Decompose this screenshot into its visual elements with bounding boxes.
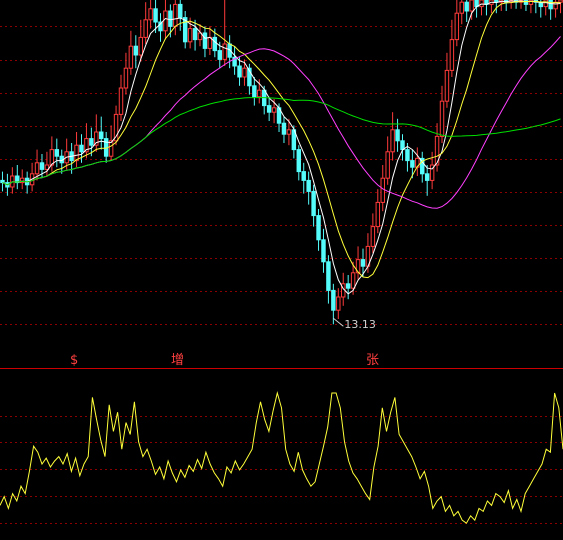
indicator-series	[0, 391, 563, 524]
candle-body	[410, 160, 415, 168]
candle-body	[79, 144, 84, 153]
candle-body	[163, 10, 168, 32]
candle-body	[217, 50, 222, 60]
candle-body	[439, 100, 445, 137]
candle-body	[301, 171, 306, 181]
candle-body	[0, 179, 5, 184]
candle-body	[168, 10, 173, 27]
candle-body	[400, 140, 405, 151]
indicator-line	[0, 391, 563, 524]
candle-body	[271, 107, 277, 113]
candle-body	[212, 36, 218, 52]
candle-body	[192, 28, 198, 41]
candle-body	[444, 69, 450, 102]
candle-body	[128, 45, 134, 69]
candle-body	[34, 162, 40, 175]
candle-body	[370, 226, 376, 247]
candle-body	[202, 32, 208, 49]
candle-body	[89, 138, 94, 146]
candle-body	[395, 129, 400, 142]
candle-body	[311, 190, 316, 217]
candle-body	[390, 129, 395, 153]
candle-body	[350, 272, 356, 289]
candle-body	[99, 131, 104, 140]
candle-body	[321, 239, 326, 263]
grid-lines	[0, 26, 563, 524]
candle-body	[331, 289, 336, 311]
candle-body	[178, 3, 183, 19]
candle-body	[375, 201, 381, 228]
candle-body	[143, 19, 148, 38]
candle-body	[173, 3, 178, 27]
candle-body	[118, 87, 124, 115]
candle-body	[405, 149, 410, 162]
candle-body	[286, 129, 292, 135]
candle-body	[469, 0, 474, 12]
chart-canvas	[0, 0, 563, 524]
candle-body	[153, 8, 158, 23]
candle-body	[266, 105, 272, 113]
candle-body	[548, 0, 553, 10]
candle-body	[336, 296, 341, 311]
candle-body	[459, 1, 464, 14]
marker-1: $	[70, 353, 79, 368]
candle-body	[222, 43, 227, 60]
ma-line-30	[2, 36, 561, 209]
candle-body	[237, 65, 242, 78]
candle-body	[123, 67, 129, 89]
candle-body	[479, 0, 484, 8]
candle-body	[345, 283, 351, 289]
low-pointer	[333, 317, 344, 327]
candle-body	[424, 173, 430, 181]
candle-body	[252, 85, 257, 98]
candle-body	[148, 8, 153, 21]
candle-body	[316, 215, 321, 241]
candle-body	[306, 179, 311, 192]
candle-body	[133, 45, 139, 56]
candle-body	[528, 0, 534, 5]
candle-body	[385, 151, 390, 179]
marker-2: 增	[171, 353, 185, 368]
marker-3: 张	[366, 353, 380, 368]
candle-body	[464, 1, 469, 12]
candle-body	[360, 259, 366, 267]
candle-body	[449, 39, 455, 71]
candle-body	[108, 140, 114, 157]
candle-body	[454, 12, 460, 41]
candle-body	[138, 36, 143, 56]
candle-body	[553, 1, 558, 10]
candle-body	[296, 149, 302, 173]
candle-body	[281, 122, 287, 135]
candle-body	[242, 67, 247, 78]
candle-body	[39, 162, 45, 170]
low-price-annotation	[333, 317, 344, 327]
candle-body	[187, 28, 193, 43]
candle-body	[326, 261, 331, 291]
low-price-label: 13.13	[344, 318, 376, 332]
candle-body	[558, 0, 563, 3]
candle-body	[74, 144, 79, 162]
candle-body	[54, 149, 60, 157]
candle-body	[380, 177, 385, 203]
candle-body	[257, 89, 262, 98]
